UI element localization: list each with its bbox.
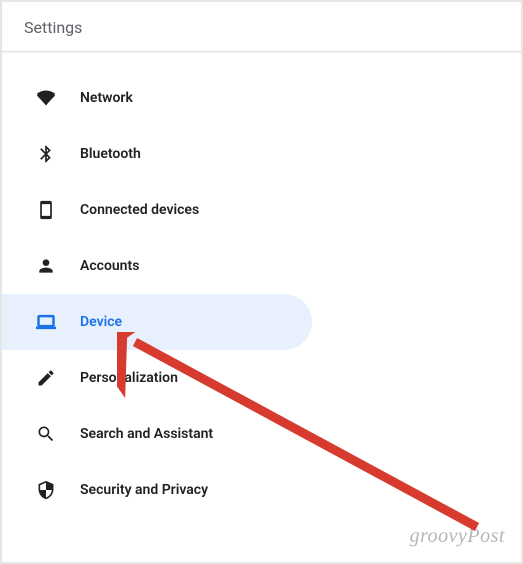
sidebar-item-label: Network [80,90,133,106]
sidebar-item-bluetooth[interactable]: Bluetooth [2,126,521,182]
sidebar-item-label: Accounts [80,258,139,274]
search-icon [34,422,58,446]
person-icon [34,254,58,278]
sidebar-item-connected-devices[interactable]: Connected devices [2,182,521,238]
sidebar-item-network[interactable]: Network [2,70,521,126]
bluetooth-icon [34,142,58,166]
sidebar-item-label: Connected devices [80,202,199,218]
edit-icon [34,366,58,390]
sidebar-item-label: Device [80,314,122,330]
sidebar-item-accounts[interactable]: Accounts [2,238,521,294]
sidebar-item-security-privacy[interactable]: Security and Privacy [2,462,521,518]
sidebar-item-search-assistant[interactable]: Search and Assistant [2,406,521,462]
sidebar-item-label: Security and Privacy [80,482,208,498]
sidebar-item-label: Bluetooth [80,146,141,162]
settings-sidebar: Network Bluetooth Connected devices Acco… [2,52,521,518]
watermark: groovyPost [410,525,505,548]
laptop-icon [34,310,58,334]
sidebar-item-label: Personalization [80,370,178,386]
wifi-icon [34,86,58,110]
sidebar-item-personalization[interactable]: Personalization [2,350,521,406]
connected-devices-icon [34,198,58,222]
shield-icon [34,478,58,502]
page-title: Settings [24,18,499,37]
sidebar-item-device[interactable]: Device [2,294,312,350]
sidebar-item-label: Search and Assistant [80,426,213,442]
settings-header: Settings [2,2,521,52]
